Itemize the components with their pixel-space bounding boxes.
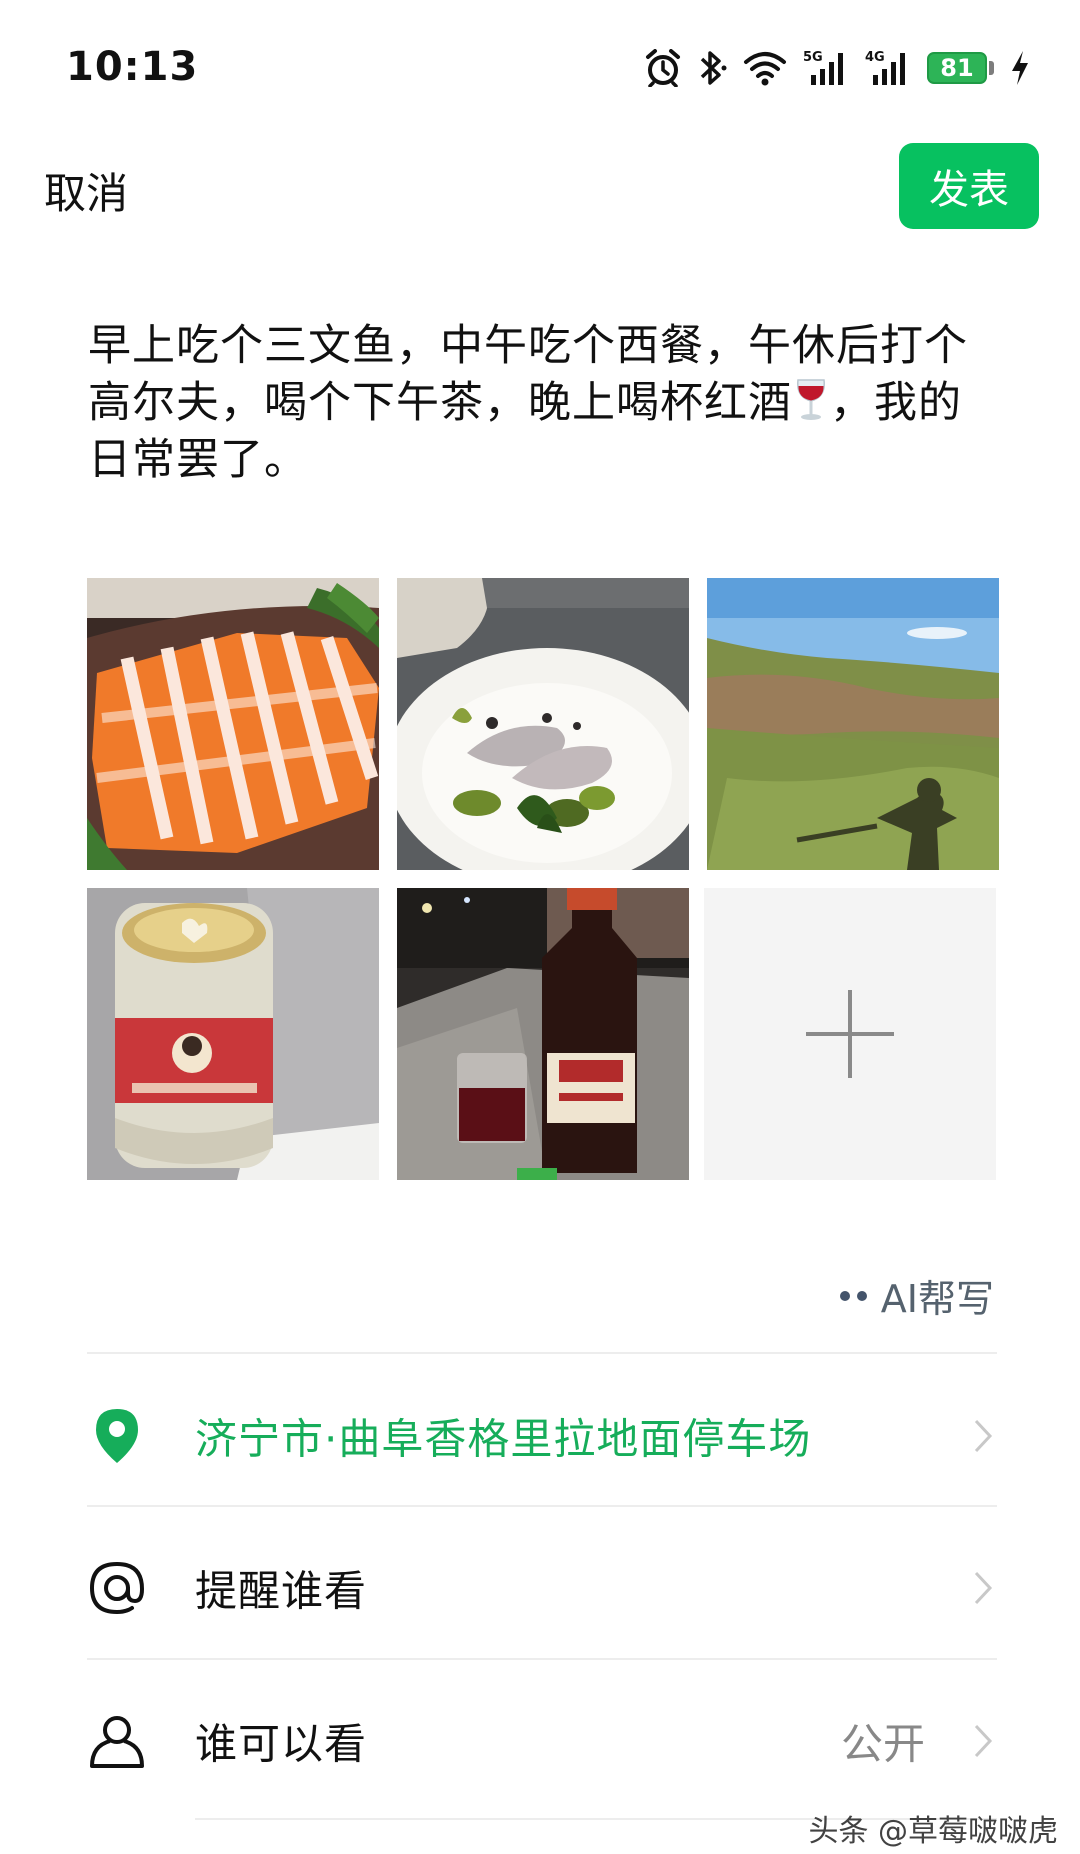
signal-4g-icon: 4G [865, 50, 905, 85]
watermark: 头条 @草莓啵啵虎 [808, 1814, 1058, 1849]
wifi-icon [744, 52, 786, 86]
western-dish-photo[interactable] [397, 578, 689, 870]
location-row[interactable]: 济宁市·曲阜香格里拉地面停车场 [87, 1360, 997, 1512]
moments-compose-screen: 10:13 5G 4G 81 取消 发表 早上吃个三文鱼，中午吃个西餐，午休后打… [0, 0, 1080, 1854]
post-text-input[interactable]: 早上吃个三文鱼，中午吃个西餐，午休后打个高尔夫，喝个下午茶，晚上喝杯红酒 ，我的… [88, 318, 988, 489]
chevron-right-icon [974, 1419, 993, 1453]
visibility-row[interactable]: 谁可以看 公开 [87, 1665, 997, 1817]
ai-dots-icon [839, 1290, 867, 1301]
location-label: 济宁市·曲阜香格里拉地面停车场 [195, 1414, 812, 1464]
status-time: 10:13 [66, 44, 199, 90]
remind-row[interactable]: 提醒谁看 [87, 1512, 997, 1664]
battery-level: 81 [927, 52, 987, 84]
divider [87, 1658, 997, 1660]
photo-grid [87, 578, 999, 1180]
alarm-icon [646, 49, 680, 87]
soy-sauce-wine-photo[interactable] [397, 888, 689, 1180]
status-bar: 10:13 5G 4G 81 [0, 0, 1080, 120]
signal-5g-icon: 5G [803, 50, 843, 85]
field-shadow-photo[interactable] [707, 578, 999, 870]
wine-glass-emoji [797, 379, 825, 420]
person-icon [87, 1711, 147, 1771]
salmon-sashimi-photo[interactable] [87, 578, 379, 870]
chevron-right-icon [974, 1724, 993, 1758]
status-icons: 5G 4G 81 [645, 46, 1030, 90]
plus-icon [806, 990, 894, 1078]
location-pin-icon [87, 1406, 147, 1466]
visibility-label: 谁可以看 [195, 1719, 368, 1769]
chevron-right-icon [974, 1571, 993, 1605]
battery-icon: 81 [927, 52, 994, 84]
charging-icon [1012, 51, 1028, 85]
cancel-button[interactable]: 取消 [44, 160, 128, 221]
publish-button[interactable]: 发表 [899, 143, 1039, 229]
latte-jar-photo[interactable] [87, 888, 379, 1180]
visibility-value: 公开 [840, 1719, 925, 1769]
remind-label: 提醒谁看 [195, 1566, 368, 1616]
network-label-5g: 5G [803, 50, 823, 65]
add-photo-button[interactable] [704, 888, 996, 1180]
divider [87, 1505, 997, 1507]
divider [87, 1352, 997, 1354]
ai-write-label: AI帮写 [880, 1277, 994, 1321]
at-icon [87, 1558, 147, 1618]
ai-write-button[interactable]: AI帮写 [839, 1268, 994, 1323]
bluetooth-icon [700, 51, 727, 85]
network-label-4g: 4G [865, 50, 885, 65]
